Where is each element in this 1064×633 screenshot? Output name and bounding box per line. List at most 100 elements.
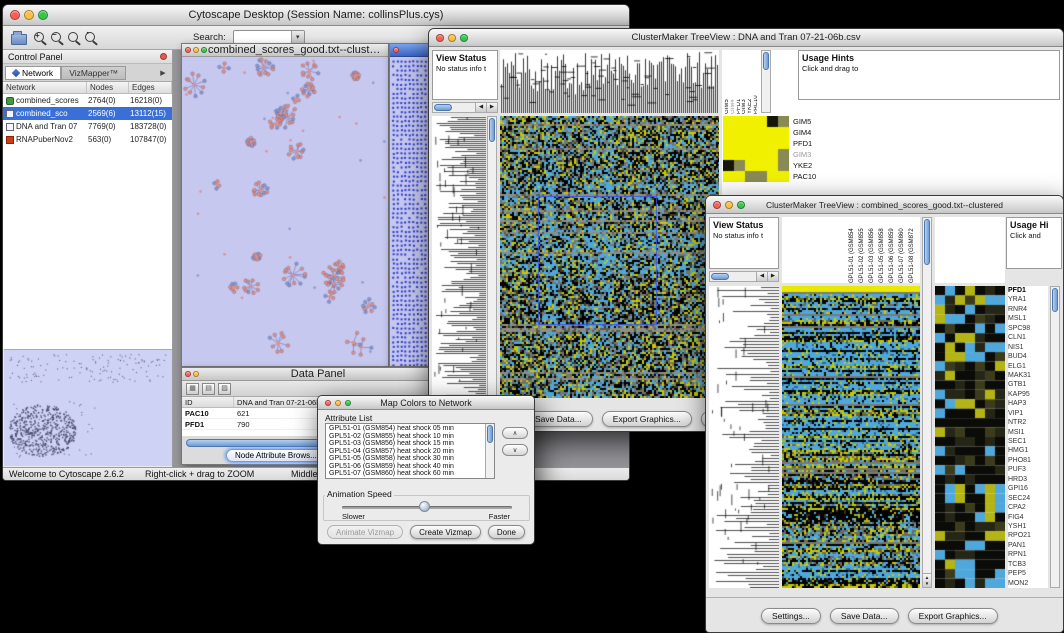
gene-label[interactable]: TCB3 <box>1008 560 1048 569</box>
column-label[interactable]: GPL51-07 (GSM860 <box>899 217 908 283</box>
settings-button[interactable]: Settings... <box>761 608 821 624</box>
close-button[interactable] <box>436 34 444 42</box>
gene-label[interactable]: PFD1 <box>1008 286 1048 295</box>
matrix-row-label[interactable]: YKE2 <box>793 160 816 171</box>
gene-label[interactable]: RPO21 <box>1008 531 1048 540</box>
data-panel-titlebar[interactable]: Data Panel <box>182 368 432 381</box>
gene-label[interactable]: CPA2 <box>1008 503 1048 512</box>
network-row[interactable]: combined_sco 2569(6) 13112(15) <box>3 107 172 120</box>
attribute-listbox[interactable]: GPL51-01 (GSM854) heat shock 05 min GPL51… <box>325 423 495 479</box>
node-attribute-browser-button[interactable]: Node Attribute Brows... <box>226 449 326 462</box>
column-label[interactable]: GIM4 <box>731 50 736 114</box>
global-heatmap-canvas[interactable] <box>782 286 920 588</box>
gene-label[interactable]: HAP3 <box>1008 399 1048 408</box>
attribute-item[interactable]: GPL51-04 (GSM857) heat shock 20 min <box>327 448 484 456</box>
gene-label[interactable]: SPC98 <box>1008 324 1048 333</box>
gene-label[interactable]: SEC24 <box>1008 494 1048 503</box>
close-icon[interactable] <box>185 47 191 53</box>
minimize-icon[interactable] <box>193 47 199 53</box>
column-label[interactable]: GPL51-08 (GSM872 <box>909 217 918 283</box>
maximize-button[interactable] <box>460 34 468 42</box>
move-down-button[interactable]: ∨ <box>502 444 528 456</box>
vscroll-thumb[interactable] <box>1052 288 1058 312</box>
header-edges[interactable]: Edges <box>129 82 172 93</box>
array-dendrogram-canvas[interactable] <box>500 50 719 113</box>
treeview2-titlebar[interactable]: ClusterMaker TreeView : combined_scores_… <box>706 196 1063 214</box>
hscroll-thumb[interactable] <box>434 104 452 111</box>
scroll-up-icon[interactable]: ▲ <box>925 575 929 580</box>
attribute-item[interactable]: GPL51-07 (GSM860) heat shock 60 min <box>327 470 484 477</box>
minimize-button[interactable] <box>335 400 341 406</box>
zoom-selected-icon[interactable] <box>85 32 95 42</box>
gene-label[interactable]: ELG1 <box>1008 362 1048 371</box>
move-up-button[interactable]: ∧ <box>502 427 528 439</box>
scroll-right-icon[interactable]: ▶ <box>767 272 778 281</box>
grid-network-canvas[interactable] <box>390 57 432 366</box>
grid-network-titlebar[interactable] <box>390 44 432 57</box>
maximize-button[interactable] <box>345 400 351 406</box>
gene-label[interactable]: BUD4 <box>1008 352 1048 361</box>
select-attributes-icon[interactable]: ▦ <box>186 383 199 395</box>
attribute-item[interactable]: GPL51-03 (GSM856) heat shock 15 min <box>327 440 484 448</box>
gene-label[interactable]: PAN1 <box>1008 541 1048 550</box>
heatmap-canvas[interactable] <box>500 116 719 398</box>
matrix-icon[interactable]: ▨ <box>218 383 231 395</box>
gene-label[interactable]: SEC1 <box>1008 437 1048 446</box>
cytoscape-titlebar[interactable]: Cytoscape Desktop (Session Name: collins… <box>3 5 629 26</box>
network-view-titlebar[interactable]: combined_scores_good.txt--cluste... <box>182 44 388 57</box>
vscrollbar-genes[interactable] <box>487 116 497 398</box>
maximize-button[interactable] <box>737 201 745 209</box>
scroll-left-icon[interactable]: ◀ <box>475 103 486 112</box>
gene-label[interactable]: HMG1 <box>1008 446 1048 455</box>
hscroll-thumb[interactable] <box>711 273 729 280</box>
matrix-row-label[interactable]: GIM4 <box>793 127 816 138</box>
network-row[interactable]: DNA and Tran 07 7769(0) 183728(0) <box>3 120 172 133</box>
treeview1-titlebar[interactable]: ClusterMaker TreeView : DNA and Tran 07-… <box>429 29 1063 47</box>
column-label[interactable]: YKE2 <box>748 50 753 114</box>
gene-label[interactable]: MON2 <box>1008 579 1048 588</box>
vscroll-thumb[interactable] <box>924 219 930 265</box>
close-icon[interactable] <box>393 47 399 53</box>
gene-dendrogram-canvas[interactable] <box>709 286 779 588</box>
close-icon[interactable] <box>185 371 191 377</box>
zoom-heatmap-canvas[interactable] <box>935 286 1005 588</box>
maximize-icon[interactable] <box>201 47 207 53</box>
tab-network[interactable]: Network <box>5 66 61 80</box>
network-overview-thumbnail[interactable] <box>4 349 172 466</box>
minimize-button[interactable] <box>448 34 456 42</box>
gene-label[interactable]: FIG4 <box>1008 513 1048 522</box>
zoom-out-icon[interactable] <box>51 32 61 42</box>
column-label[interactable]: PAC10 <box>754 50 759 114</box>
zoom-fit-icon[interactable] <box>68 32 78 42</box>
vscroll-thumb[interactable] <box>489 118 495 142</box>
column-label[interactable]: PFD1 <box>737 50 742 114</box>
export-graphics-button[interactable]: Export Graphics... <box>602 411 692 427</box>
attribute-item[interactable]: GPL51-05 (GSM858) heat shock 30 min <box>327 455 484 463</box>
header-network[interactable]: Network <box>3 82 87 93</box>
column-label[interactable]: GPL51-01 (GSM854 <box>849 217 858 283</box>
vscrollbar-columns[interactable] <box>761 50 771 113</box>
matrix-row-label[interactable]: PFD1 <box>793 138 816 149</box>
dialog-button[interactable]: Create Vizmap <box>410 525 481 539</box>
hscrollbar[interactable]: ◀▶ <box>709 271 779 282</box>
gene-label[interactable]: YRA1 <box>1008 295 1048 304</box>
column-label[interactable]: GPL51-02 (GSM855 <box>859 217 868 283</box>
gene-label[interactable]: PUF3 <box>1008 465 1048 474</box>
attribute-item[interactable]: GPL51-01 (GSM854) heat shock 05 min <box>327 425 484 433</box>
open-session-icon[interactable] <box>11 34 27 45</box>
export-graphics-button[interactable]: Export Graphics... <box>908 608 998 624</box>
gene-label[interactable]: GPI16 <box>1008 484 1048 493</box>
header-nodes[interactable]: Nodes <box>87 82 129 93</box>
minimize-icon[interactable] <box>193 371 199 377</box>
gene-label[interactable]: RPN1 <box>1008 550 1048 559</box>
tab-overflow-icon[interactable]: ▶ <box>156 69 170 77</box>
scroll-right-icon[interactable]: ▶ <box>486 103 497 112</box>
matrix-row-label[interactable]: PAC10 <box>793 171 816 182</box>
id-column-header[interactable]: ID <box>182 397 234 407</box>
column-label[interactable]: GIM3 <box>742 50 747 114</box>
gene-label[interactable]: YSH1 <box>1008 522 1048 531</box>
minimize-button[interactable] <box>725 201 733 209</box>
close-button[interactable] <box>10 10 20 20</box>
gene-label[interactable]: HRD3 <box>1008 475 1048 484</box>
attribute-table-icon[interactable]: ▤ <box>202 383 215 395</box>
